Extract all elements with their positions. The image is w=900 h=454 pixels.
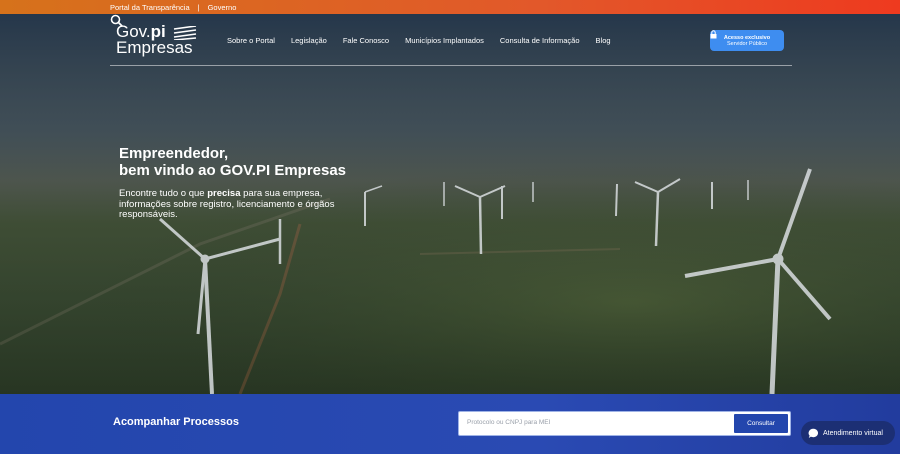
gov-pi-empresas-logo[interactable]: Gov.pi Empresas	[116, 23, 197, 56]
menu-item-fale-conosco[interactable]: Fale Conosco	[343, 36, 389, 45]
servidor-publico-access-button[interactable]: Acesso exclusivo Servidor Público	[710, 30, 784, 51]
topbar-separator: |	[197, 2, 200, 12]
top-bar: Portal da Transparência | Governo	[0, 0, 900, 14]
hero-title-line2: bem vindo ao GOV.PI Empresas	[119, 162, 347, 179]
hero-banner: Gov.pi Empresas Sobre o Portal Legislaçã…	[0, 14, 900, 394]
logo-stripes-icon	[173, 26, 197, 40]
hero-title: Empreendedor, bem vindo ao GOV.PI Empres…	[119, 145, 346, 179]
process-tracking-title: Acompanhar Processos	[113, 416, 239, 428]
transparency-portal-link[interactable]: Portal da Transparência	[110, 3, 190, 12]
access-button-line2: Servidor Público	[726, 40, 768, 47]
hero-title-line1: Empreendedor,	[119, 145, 229, 162]
main-navigation: Gov.pi Empresas Sobre o Portal Legislaçã…	[110, 14, 792, 66]
menu-bar: Sobre o Portal Legislação Fale Conosco M…	[227, 36, 611, 45]
process-tracking-bar: Acompanhar Processos Consultar	[0, 394, 900, 454]
protocol-search-box: Consultar	[458, 411, 791, 436]
government-link[interactable]: Governo	[208, 3, 237, 12]
menu-item-legislacao[interactable]: Legislação	[291, 36, 327, 45]
lock-icon	[710, 30, 717, 39]
menu-item-blog[interactable]: Blog	[596, 36, 611, 45]
virtual-assistant-button[interactable]: Atendimento virtual	[801, 421, 895, 445]
consultar-button[interactable]: Consultar	[734, 414, 788, 433]
search-icon[interactable]	[110, 14, 124, 28]
hero-description: Encontre tudo o que precisa para sua emp…	[119, 188, 335, 220]
protocol-input[interactable]	[465, 418, 729, 427]
menu-item-sobre-o-portal[interactable]: Sobre o Portal	[227, 36, 275, 45]
menu-item-consulta-de-informacao[interactable]: Consulta de Informação	[500, 36, 580, 45]
chat-icon	[808, 428, 819, 438]
virtual-assistant-label: Atendimento virtual	[823, 429, 883, 437]
menu-item-municipios-implantados[interactable]: Municípios Implantados	[405, 36, 484, 45]
